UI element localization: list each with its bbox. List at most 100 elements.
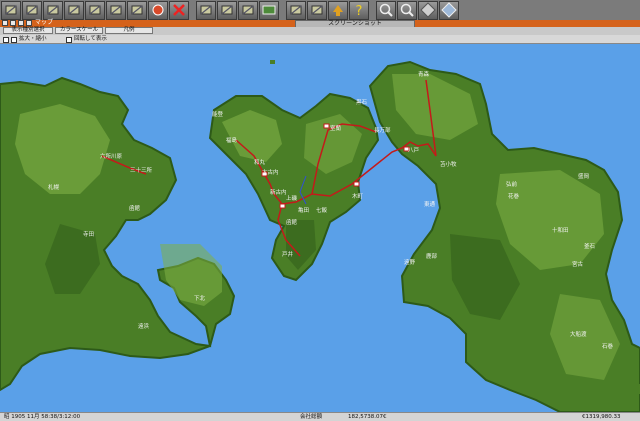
road-icon [68, 5, 80, 15]
view-button[interactable] [307, 0, 327, 20]
window-maximize-icon[interactable] [18, 20, 24, 26]
status-cash: 182,5738.07€ [348, 414, 387, 420]
map-label: 大船渡 [570, 332, 587, 338]
menu-button[interactable] [1, 0, 21, 20]
map-label: 弘前 [506, 182, 518, 188]
svg-text:?: ? [356, 4, 363, 18]
zoom-out-icon [400, 3, 414, 17]
demolish-button[interactable] [169, 0, 189, 20]
report-button[interactable] [196, 0, 216, 20]
rotate-checkbox[interactable] [66, 36, 72, 43]
help-icon: ? [356, 4, 363, 18]
map-label: 寺田 [83, 232, 95, 238]
map-label: 盛岡 [578, 174, 590, 180]
window-help-icon[interactable] [26, 20, 32, 26]
map-button[interactable] [22, 0, 42, 20]
zoom-out-stepper[interactable] [3, 36, 9, 43]
info-button[interactable] [328, 0, 348, 20]
map-label: 花巻 [508, 194, 520, 200]
map-label: 釜石 [584, 244, 596, 250]
map-label: 東通 [424, 202, 436, 208]
train-button[interactable] [106, 0, 126, 20]
money-button[interactable] [259, 0, 279, 20]
menu-icon [5, 5, 17, 15]
company-icon [290, 5, 302, 15]
map-label: 遠野 [404, 260, 416, 266]
main-toolbar: ? [0, 0, 640, 20]
tab-color-scale[interactable]: カラースケール [55, 27, 103, 34]
company-button[interactable] [286, 0, 306, 20]
bus-icon [131, 5, 143, 15]
bus-button[interactable] [127, 0, 147, 20]
zoom-in-button[interactable] [376, 0, 396, 20]
compass-button[interactable] [439, 0, 459, 20]
map-canvas[interactable] [0, 44, 640, 412]
help-button[interactable]: ? [349, 0, 369, 20]
map-label: 函館 [286, 220, 298, 226]
tab-bar: 表示種別選択 カラースケール 凡例 [0, 27, 640, 35]
map-label: 能登 [212, 112, 224, 118]
map-label: 室蘭 [330, 126, 342, 132]
map-label: 和丸 [254, 160, 266, 166]
tab-display-type[interactable]: 表示種別選択 [3, 27, 53, 34]
tab-legend[interactable]: 凡例 [105, 27, 153, 34]
map-label: 黒石 [356, 100, 368, 106]
map-label: 鹿部 [426, 254, 438, 260]
map-label: 七飯 [316, 208, 328, 214]
status-bar: 昭 1905 11月 58:38/3:12:00 会社総額 182,5738.0… [0, 412, 640, 421]
map-label: 青森 [418, 72, 430, 78]
rotate-icon [420, 2, 436, 18]
money-icon [262, 5, 276, 15]
status-center-label: 会社総額 [300, 414, 323, 420]
rail-icon [89, 5, 101, 15]
status-date: 昭 1905 11月 58:38/3:12:00 [4, 414, 81, 420]
zoom-label: 拡大・縮小 [19, 36, 47, 42]
finance-button[interactable] [238, 0, 258, 20]
islet [634, 384, 640, 394]
map-label: 苫小牧 [440, 162, 457, 168]
map-label: 長万部 [374, 128, 391, 134]
islet [270, 60, 275, 64]
finance-icon [242, 5, 254, 15]
terrain-icon [47, 5, 59, 15]
app-window: ? マップ スクリーンショット 表示種別選択 カラースケール 凡例 拡大・縮小 … [0, 0, 640, 421]
map-label: 大古内 [262, 170, 279, 176]
terrain-button[interactable] [43, 0, 63, 20]
map-label: 石巻 [602, 344, 614, 350]
map-label: 宮古 [572, 262, 584, 268]
map-controls: 拡大・縮小 回転して表示 [0, 35, 640, 44]
window-minimize-icon[interactable] [10, 20, 16, 26]
road-button[interactable] [64, 0, 84, 20]
station-icon [152, 4, 164, 16]
map-label: 三十三所 [130, 168, 153, 174]
map-label: 下北 [194, 296, 206, 302]
map-label: 札幌 [48, 185, 60, 191]
map-label: 八戸 [408, 148, 420, 154]
window-close-icon[interactable] [2, 20, 8, 26]
map-label: 函館 [129, 206, 141, 212]
map-label: 遠浜 [138, 324, 150, 330]
compass-icon [441, 2, 457, 18]
map-label: 六所川原 [100, 154, 123, 160]
islet [328, 100, 331, 103]
map-label: 福島 [226, 138, 238, 144]
station-marker [323, 123, 330, 129]
demolish-icon [173, 4, 185, 16]
schedule-button[interactable] [217, 0, 237, 20]
terrain-map[interactable]: 札幌 六所川原 三十三所 函館 寺田 遠浜 下北 能登 福島 和丸 大古内 新古… [0, 44, 640, 412]
info-icon [333, 5, 343, 16]
rotate-button[interactable] [418, 0, 438, 20]
station-button[interactable] [148, 0, 168, 20]
train-icon [110, 5, 122, 15]
zoom-in-icon [379, 3, 393, 17]
report-icon [200, 5, 212, 15]
zoom-in-stepper[interactable] [11, 36, 17, 43]
zoom-out-button[interactable] [397, 0, 417, 20]
rotate-label: 回転して表示 [74, 36, 107, 42]
view-icon [311, 5, 323, 15]
map-label: 戸井 [282, 252, 294, 258]
rail-button[interactable] [85, 0, 105, 20]
map-label: 亀田 [298, 208, 310, 214]
map-label: 新古内 [270, 190, 287, 196]
map-icon [26, 5, 38, 15]
